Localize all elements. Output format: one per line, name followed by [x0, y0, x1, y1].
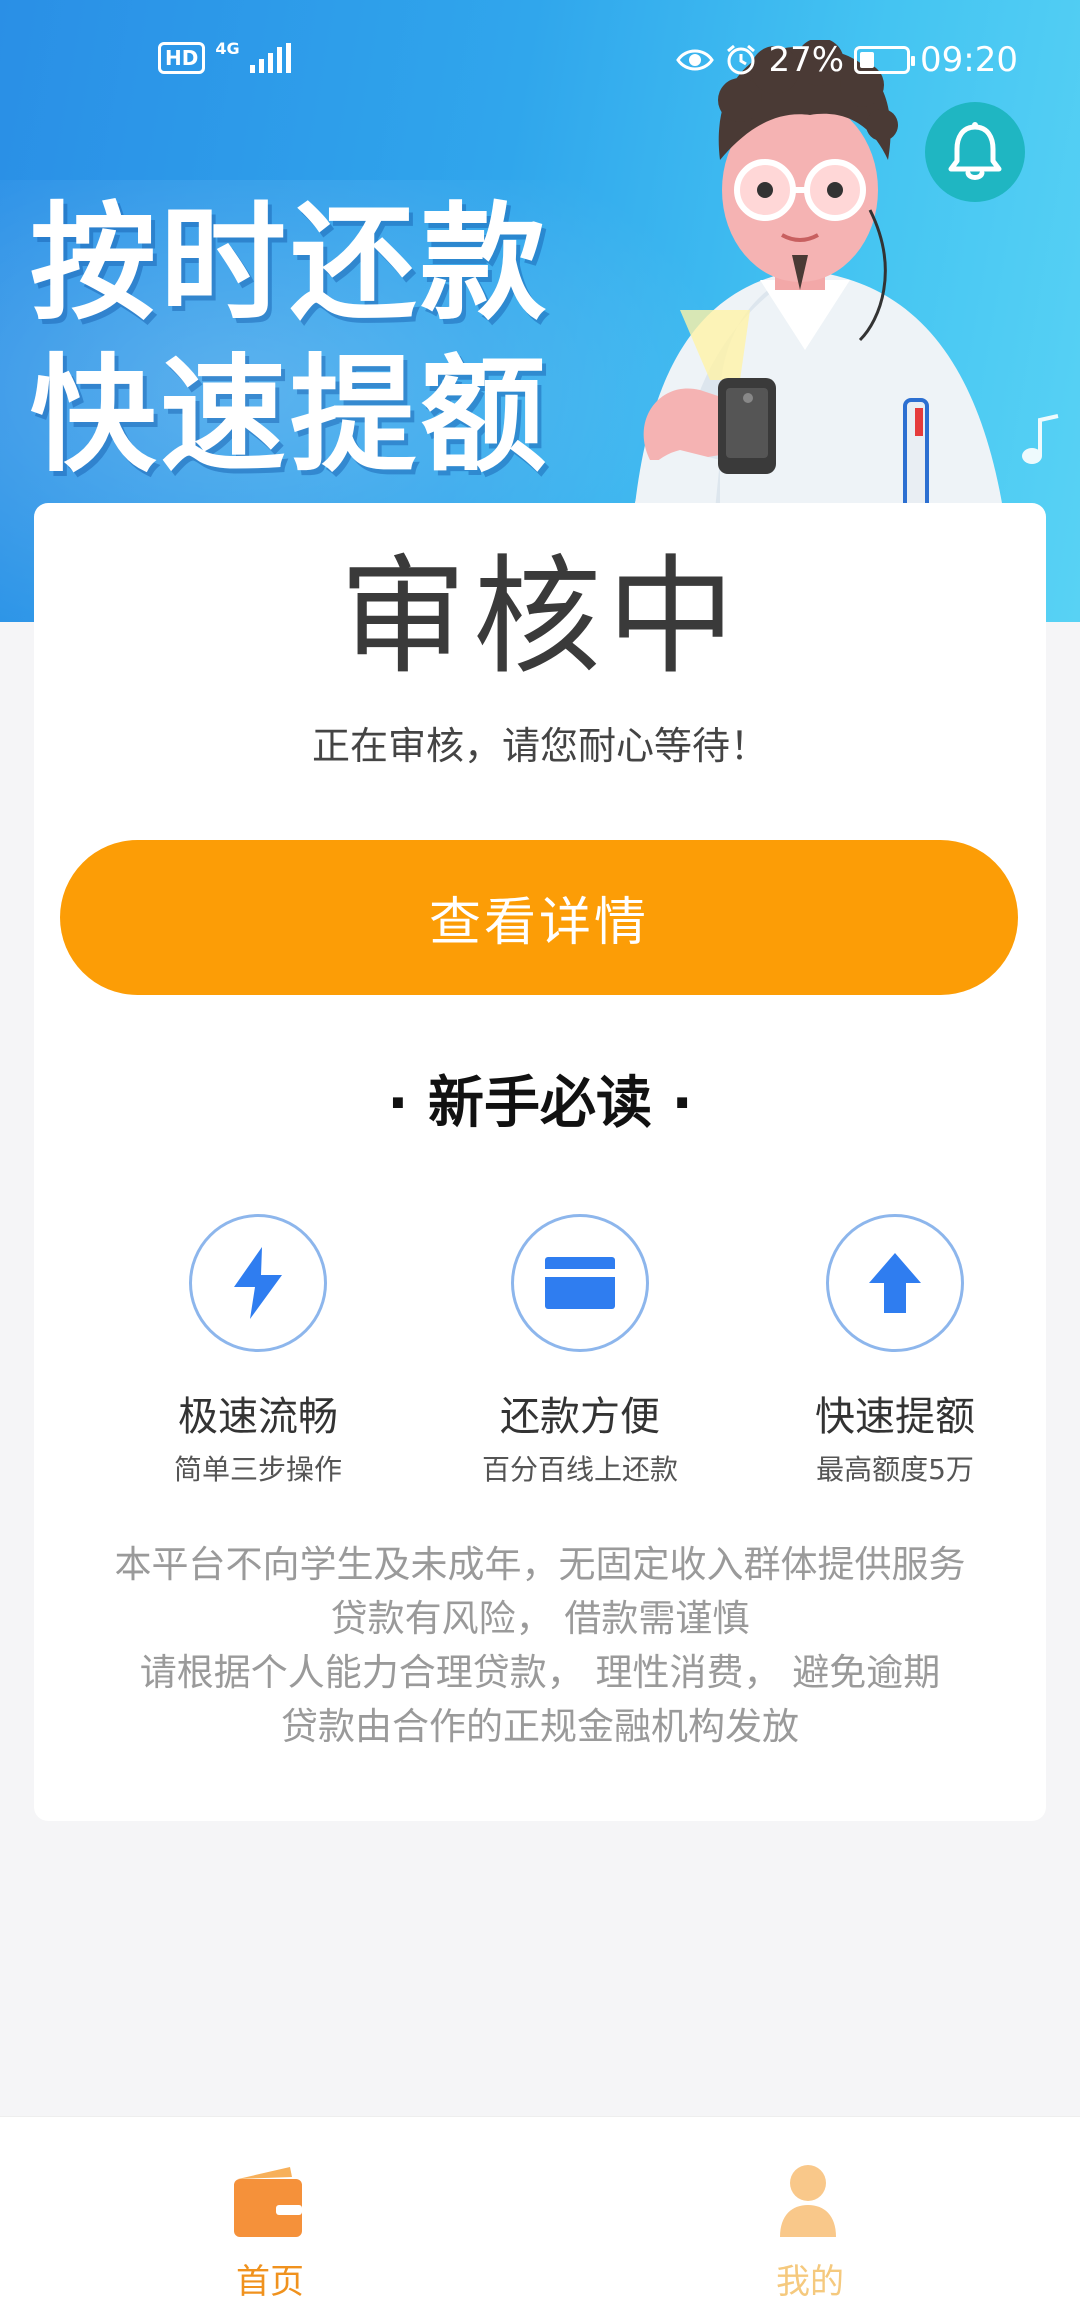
- notice-line: 贷款有风险， 借款需谨慎: [330, 1597, 750, 1640]
- review-status-description: 正在审核，请您耐心等待！: [311, 724, 768, 768]
- hd-badge: HD: [158, 42, 206, 74]
- status-bar-right: 27% 09:20: [676, 40, 1018, 80]
- feature-icon-circle: [189, 1214, 327, 1352]
- review-status-title: 审核中: [338, 543, 741, 692]
- status-bar-left: HD 4G: [158, 38, 291, 74]
- view-details-button[interactable]: 查看详情: [60, 840, 1018, 995]
- person-icon: [780, 2165, 836, 2237]
- beginner-guide-title: · 新手必读 ·: [387, 1071, 693, 1136]
- battery-icon: [854, 46, 916, 74]
- feature-title: 快速提额: [815, 1394, 975, 1440]
- banner-slogan: 按时还款 快速提额: [30, 188, 550, 492]
- feature-subtitle: 百分百线上还款: [481, 1453, 678, 1486]
- arrow-up-icon: [869, 1253, 921, 1313]
- feature-title: 还款方便: [500, 1394, 660, 1440]
- feature-item-repay[interactable]: 还款方便 百分百线上还款: [430, 1214, 730, 1488]
- wallet-icon: [234, 2167, 302, 2237]
- feature-subtitle: 最高额度5万: [816, 1453, 974, 1486]
- lightning-icon: [234, 1247, 282, 1319]
- clock-time: 09:20: [920, 40, 1018, 80]
- nav-item-mine[interactable]: 我的: [660, 2117, 960, 2310]
- bell-icon: [948, 122, 1002, 180]
- risk-notice: 本平台不向学生及未成年，无固定收入群体提供服务 贷款有风险， 借款需谨慎 请根据…: [34, 1538, 1046, 1754]
- status-bar: HD 4G 27% 09:20: [0, 38, 1080, 88]
- network-type: 4G: [215, 38, 240, 58]
- nav-label-mine: 我的: [776, 2262, 844, 2302]
- alarm-icon: [727, 44, 756, 75]
- slogan-line-1: 按时还款: [30, 190, 550, 337]
- bottom-navigation: 首页 我的: [0, 2116, 1080, 2310]
- signal-icon: [249, 43, 291, 73]
- feature-item-fast[interactable]: 极速流畅 简单三步操作: [108, 1214, 408, 1488]
- feature-title: 极速流畅: [178, 1394, 338, 1440]
- feature-subtitle: 简单三步操作: [173, 1453, 342, 1486]
- nav-item-home[interactable]: 首页: [120, 2117, 420, 2310]
- notice-line: 本平台不向学生及未成年，无固定收入群体提供服务: [114, 1543, 966, 1586]
- feature-list: 极速流畅 简单三步操作 还款方便 百分百线上还款 快速提额 最高额度5万: [34, 1214, 1046, 1514]
- feature-item-credit[interactable]: 快速提额 最高额度5万: [745, 1214, 1045, 1488]
- status-card: 审核中 正在审核，请您耐心等待！ 查看详情 · 新手必读 · 极速流畅 简单三步…: [34, 503, 1046, 1821]
- battery-percent: 27%: [768, 40, 845, 80]
- feature-icon-circle: [511, 1214, 649, 1352]
- notification-button[interactable]: [925, 102, 1025, 202]
- notice-line: 贷款由合作的正规金融机构发放: [281, 1705, 799, 1748]
- nav-label-home: 首页: [236, 2262, 304, 2302]
- feature-icon-circle: [826, 1214, 964, 1352]
- eye-icon: [676, 49, 715, 71]
- card-icon: [545, 1257, 615, 1309]
- notice-line: 请根据个人能力合理贷款， 理性消费， 避免逾期: [139, 1651, 941, 1694]
- slogan-line-2: 快速提额: [30, 342, 550, 489]
